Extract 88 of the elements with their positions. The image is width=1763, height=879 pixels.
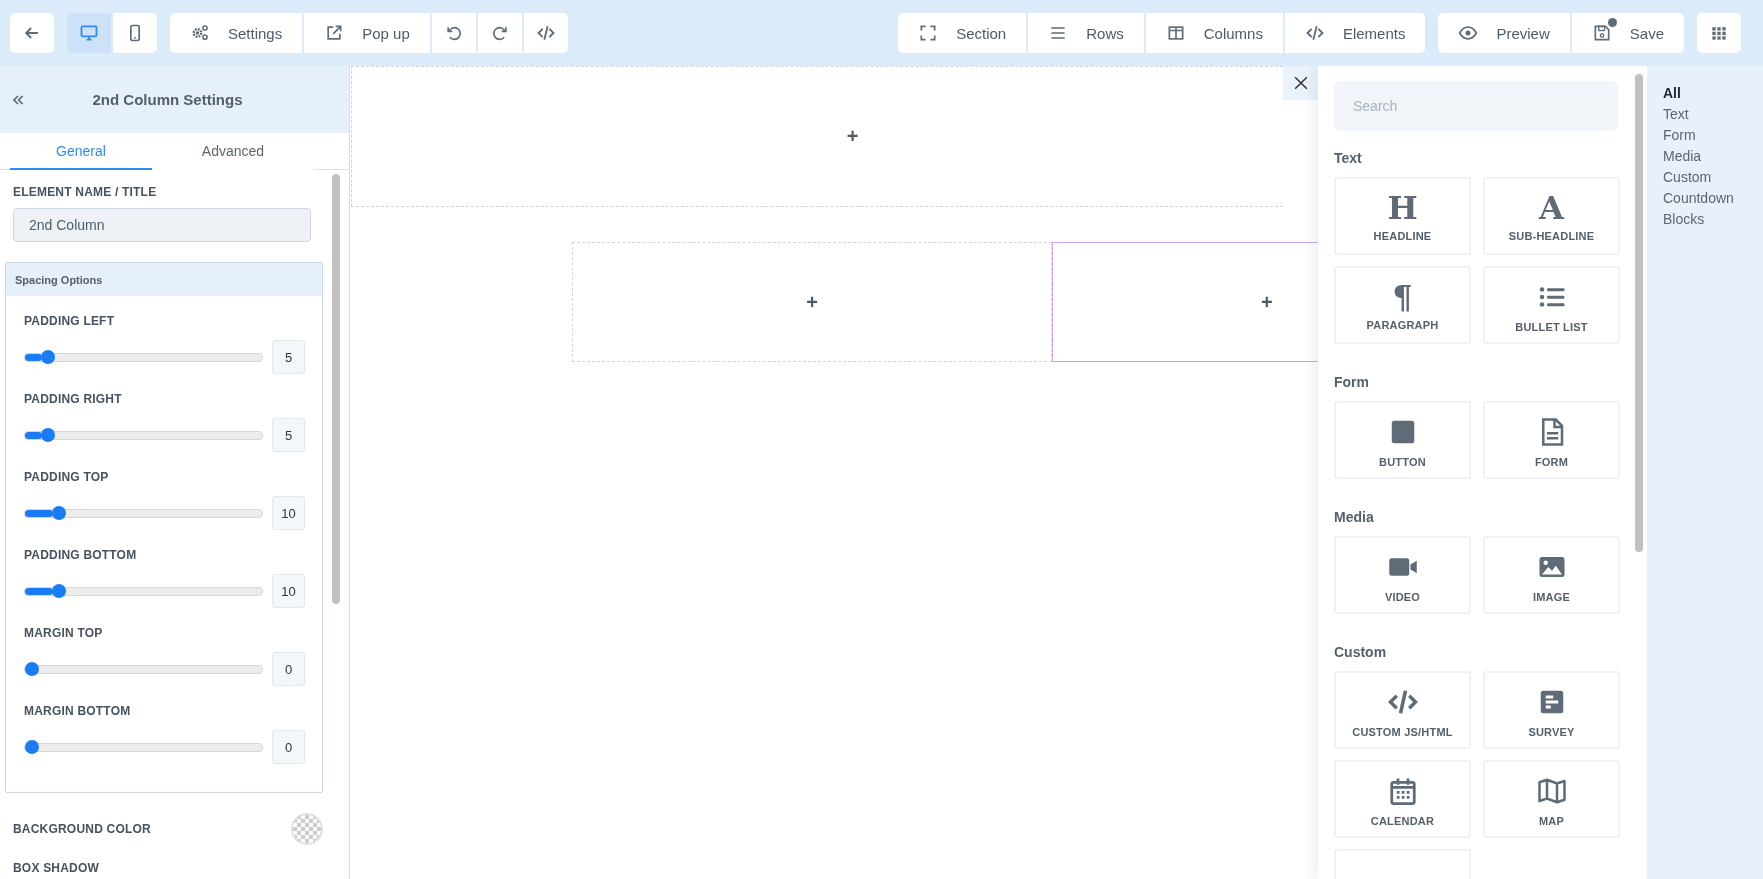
field-label: BOX SHADOW [13,861,100,875]
value-field[interactable]: 5 [272,418,305,452]
letter-icon: A [1539,194,1564,221]
element-card[interactable]: CUSTOM JS/HTML [1334,671,1471,749]
slider-thumb[interactable] [40,350,55,364]
field-label: ELEMENT NAME / TITLE [13,185,158,199]
category-link[interactable]: Countdown [1663,188,1734,209]
add-element-button[interactable]: + [846,125,859,148]
code-icon [1304,23,1325,43]
slider-label: PADDING BOTTOM [24,548,138,562]
element-card[interactable]: ¶ PARAGRAPH [1334,266,1471,344]
undo-button[interactable] [431,13,476,53]
settings-icon [190,23,210,43]
element-card[interactable]: IMAGE [1483,536,1620,614]
element-card[interactable]: CALENDAR [1334,760,1471,838]
slider-label: MARGIN BOTTOM [24,704,132,718]
search-field[interactable]: Search [1334,81,1618,131]
element-card[interactable]: SURVEY [1483,671,1620,749]
section-button[interactable]: Section [898,13,1027,53]
value-field[interactable]: 10 [272,496,305,530]
save-button[interactable]: Save [1571,13,1684,53]
value-field[interactable]: 5 [272,340,305,374]
settings-button[interactable]: Settings [170,13,303,53]
page-section[interactable]: + [351,66,1283,207]
slider-label: MARGIN TOP [24,626,104,640]
popup-button[interactable]: Pop up [304,13,430,53]
field-label: BACKGROUND COLOR [13,822,151,836]
corners-icon [918,23,939,43]
code-button[interactable] [523,13,568,53]
redo-button[interactable] [477,13,522,53]
monitor-icon [79,23,99,43]
rows-button[interactable]: Rows [1028,13,1144,53]
element-name-field[interactable]: 2nd Column [13,208,311,242]
category-link[interactable]: Blocks [1663,209,1705,230]
scrollbar-thumb[interactable] [1635,74,1643,552]
slider-label: PADDING RIGHT [24,392,123,406]
slider[interactable] [24,352,263,362]
slider[interactable] [24,742,263,752]
slider[interactable] [24,430,263,440]
slider-thumb[interactable] [51,584,66,598]
group-heading: Text [1334,149,1363,168]
value-field[interactable]: 0 [272,652,305,686]
element-card[interactable]: VIDEO [1334,536,1471,614]
row-column[interactable]: + [572,242,1052,362]
back-button[interactable] [10,13,54,53]
element-card[interactable]: FORM [1483,401,1620,479]
scrollbar-thumb[interactable] [332,174,340,604]
card-title: Spacing Options [6,263,322,296]
category-link[interactable]: Media [1663,146,1702,167]
code-button[interactable]: Elements [1284,13,1426,53]
add-element-button[interactable]: + [1261,290,1273,314]
category-link[interactable]: Custom [1663,167,1712,188]
columns-button[interactable]: Columns [1145,13,1283,53]
group-heading: Custom [1334,643,1388,662]
desktop-view-button[interactable] [67,13,111,53]
slider-thumb[interactable] [40,428,55,442]
close-button[interactable] [1283,66,1318,100]
category-link[interactable]: Text [1663,104,1689,125]
element-card[interactable]: MAP [1483,760,1620,838]
slider[interactable] [24,586,263,596]
external-link-icon [324,23,345,43]
element-card[interactable]: A SUB-HEADLINE [1483,177,1620,255]
letter-icon: ¶ [1392,283,1413,310]
code-icon [535,23,556,43]
value-field[interactable]: 10 [272,574,305,608]
eye-icon [1458,23,1479,43]
slider-thumb[interactable] [51,506,66,520]
element-card[interactable]: BULLET LIST [1483,266,1620,344]
category-link[interactable]: All [1663,83,1681,104]
category-link[interactable]: Form [1663,125,1696,146]
apps-button[interactable] [1697,13,1741,53]
color-swatch[interactable] [291,813,323,845]
element-card[interactable]: BUTTON [1334,401,1471,479]
group-heading: Form [1334,373,1370,392]
slider[interactable] [24,508,263,518]
group-heading: Media [1334,508,1375,527]
preview-button[interactable]: Preview [1438,13,1570,53]
mobile-view-button[interactable] [113,13,157,53]
slider[interactable] [24,664,263,674]
letter-icon: H [1387,194,1418,221]
element-card[interactable]: H HEADLINE [1334,177,1471,255]
slider-thumb[interactable] [25,662,39,676]
slider-label: PADDING TOP [24,470,110,484]
panel-title: 2nd Column Settings [91,91,244,108]
add-element-button[interactable]: + [806,290,818,314]
slider-thumb[interactable] [25,740,39,754]
value-field[interactable]: 0 [272,730,305,764]
slider-label: PADDING LEFT [24,314,116,328]
